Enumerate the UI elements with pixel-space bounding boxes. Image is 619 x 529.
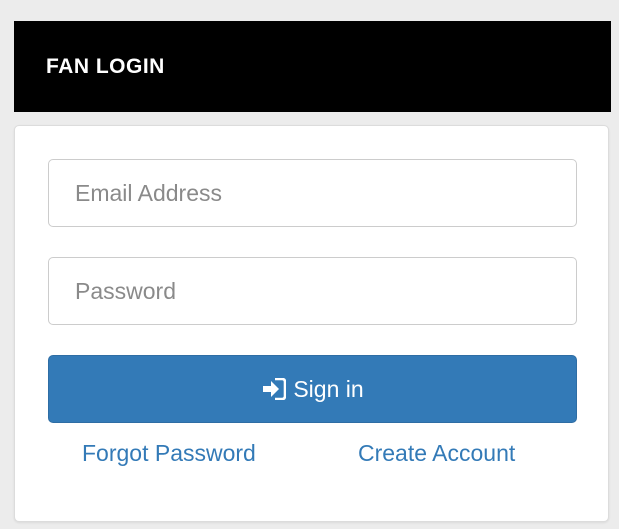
sign-in-icon <box>261 377 287 401</box>
password-field[interactable] <box>48 257 577 325</box>
account-links: Forgot Password Create Account <box>48 440 577 476</box>
login-header: FAN LOGIN <box>14 21 611 112</box>
email-field[interactable] <box>48 159 577 227</box>
login-title: FAN LOGIN <box>46 54 165 78</box>
login-card: Sign in Forgot Password Create Account <box>14 125 609 522</box>
sign-in-label: Sign in <box>293 375 364 402</box>
forgot-password-link[interactable]: Forgot Password <box>82 440 256 467</box>
create-account-link[interactable]: Create Account <box>358 440 515 467</box>
sign-in-button[interactable]: Sign in <box>48 355 577 423</box>
